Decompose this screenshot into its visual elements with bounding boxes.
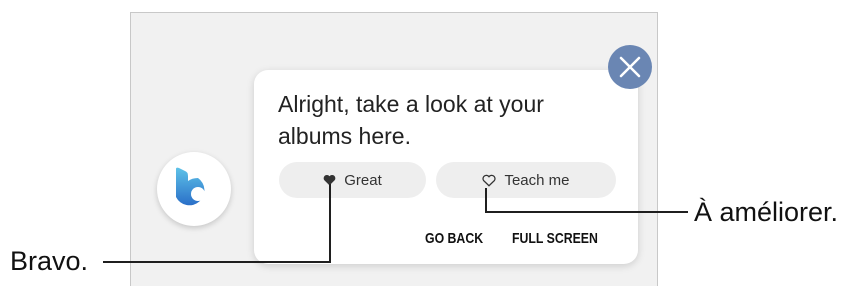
bixby-button[interactable] — [157, 152, 231, 226]
ameliorer-callout-vertical-line — [485, 188, 487, 213]
great-label: Great — [344, 171, 382, 189]
assistant-message: Alright, take a look at your albums here… — [278, 91, 544, 149]
bravo-callout-horizontal-line — [103, 261, 331, 263]
great-button[interactable]: Great — [279, 162, 426, 198]
teach-me-label: Teach me — [504, 171, 570, 189]
bravo-callout-label: Bravo. — [10, 246, 89, 276]
close-icon — [619, 56, 641, 78]
teach-me-button[interactable]: Teach me — [436, 162, 616, 198]
ameliorer-callout-label: À améliorer. — [694, 197, 839, 227]
close-button[interactable] — [608, 45, 652, 89]
bixby-logo-icon — [176, 167, 205, 206]
heart-outline-icon — [482, 174, 497, 187]
go-back-button[interactable]: GO BACK — [425, 230, 483, 247]
ameliorer-callout-horizontal-line — [485, 211, 688, 213]
bravo-callout-vertical-line — [329, 184, 331, 262]
full-screen-button[interactable]: FULL SCREEN — [512, 230, 598, 247]
